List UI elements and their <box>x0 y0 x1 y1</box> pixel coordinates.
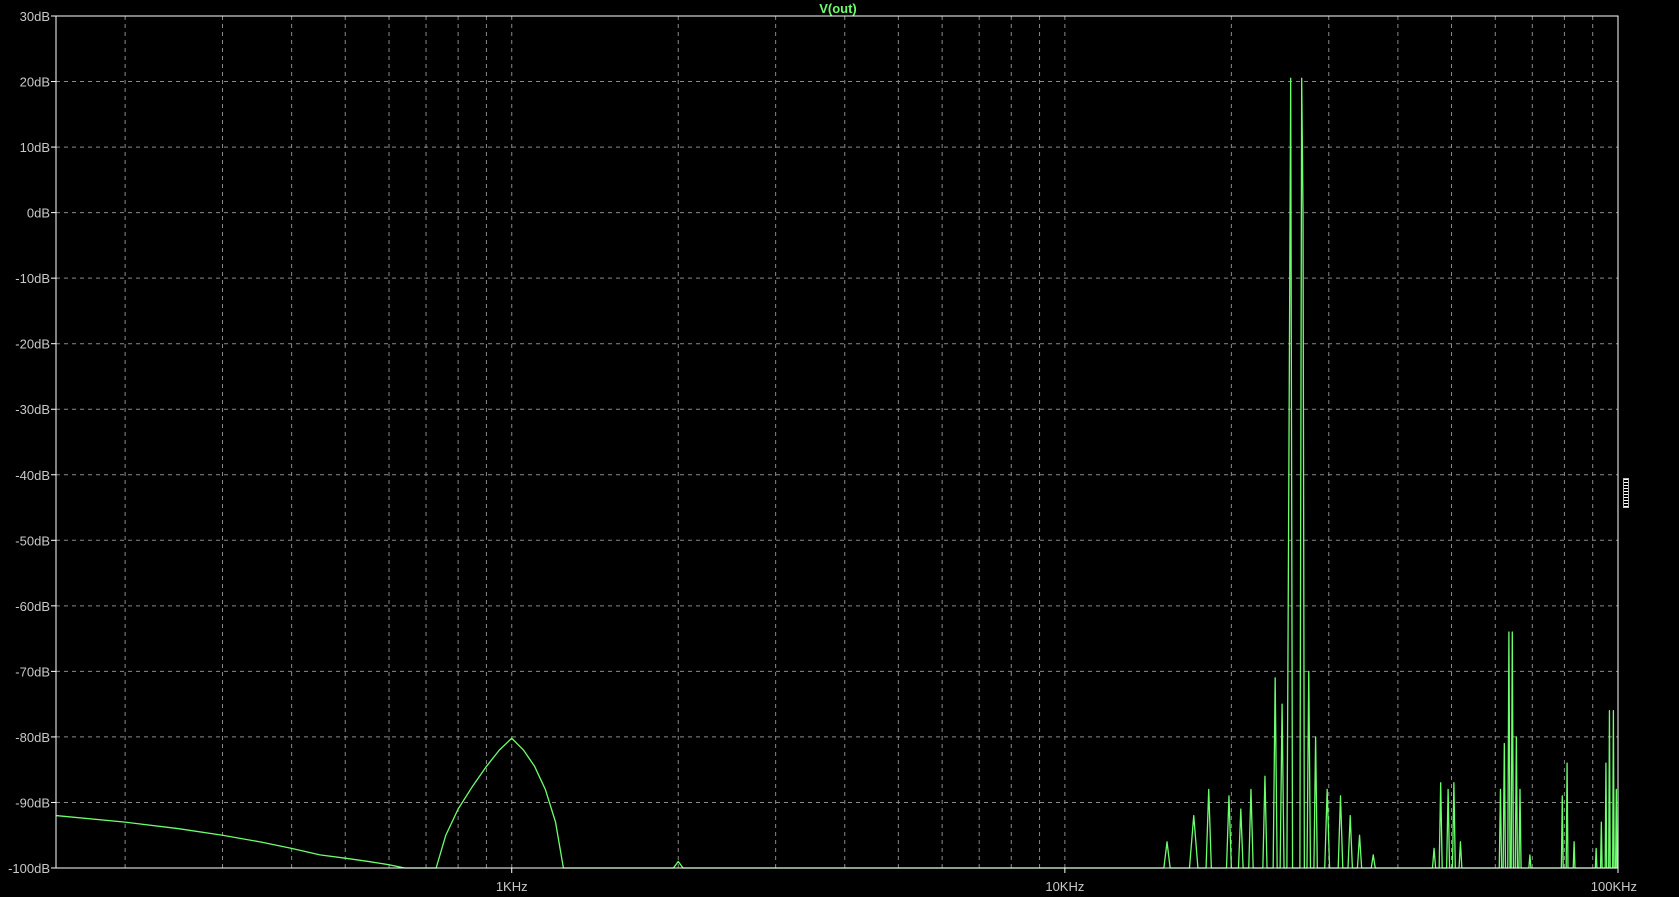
y-tick-label: 0dB <box>27 206 50 221</box>
y-tick-label: -30dB <box>15 402 50 417</box>
y-tick-label: -100dB <box>8 861 50 876</box>
x-tick-label: 1KHz <box>496 879 528 894</box>
y-tick-label: -10dB <box>15 271 50 286</box>
y-tick-label: -50dB <box>15 533 50 548</box>
y-tick-label: 10dB <box>20 140 50 155</box>
y-tick-label: -80dB <box>15 730 50 745</box>
y-tick-label: -40dB <box>15 468 50 483</box>
chart-background <box>0 0 1679 897</box>
x-tick-label: 100KHz <box>1591 879 1637 894</box>
y-tick-label: -20dB <box>15 337 50 352</box>
y-tick-label: 30dB <box>20 9 50 24</box>
x-tick-label: 10KHz <box>1045 879 1084 894</box>
chart-title: V(out) <box>819 1 857 16</box>
y-tick-label: -90dB <box>15 795 50 810</box>
y-tick-label: -60dB <box>15 599 50 614</box>
y-tick-label: -70dB <box>15 664 50 679</box>
y-tick-label: 20dB <box>20 75 50 90</box>
spectrum-chart: 30dB 20dB 10dB 0dB -10dB -20dB -30dB -40dB -50dB… <box>0 0 1679 897</box>
cursor-drag-handle[interactable] <box>1623 478 1629 508</box>
